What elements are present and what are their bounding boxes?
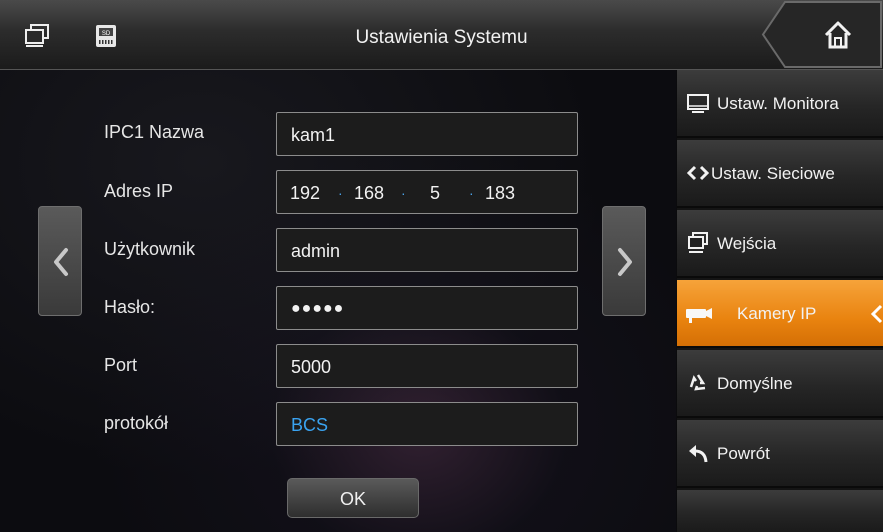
- previous-page-button[interactable]: [38, 206, 82, 316]
- name-label: IPC1 Nazwa: [104, 122, 205, 142]
- top-bar: SD Ustawienia Systemu: [0, 0, 883, 70]
- page-title: Ustawienia Systemu: [355, 27, 528, 48]
- sidebar-item-defaults[interactable]: Domyślne: [677, 350, 883, 418]
- recycle-icon: [689, 374, 706, 391]
- active-indicator-icon: [870, 304, 883, 324]
- next-page-button[interactable]: [602, 206, 646, 316]
- ip-separator: ·: [401, 185, 406, 201]
- sidebar-item-label: Ustaw. Monitora: [717, 94, 839, 113]
- network-arrows-icon: [687, 165, 709, 181]
- ip-octet-1[interactable]: 192: [290, 171, 320, 215]
- sidebar-item-label: Powrót: [717, 444, 770, 463]
- sidebar-item-label: Wejścia: [717, 234, 777, 253]
- sidebar-item-ip-cameras[interactable]: Kamery IP: [677, 280, 883, 348]
- port-label: Port: [104, 355, 138, 375]
- sidebar-item-label: Kamery IP: [737, 304, 817, 323]
- sidebar-item-network-settings[interactable]: Ustaw. Sieciowe: [677, 140, 883, 208]
- ip-address-field[interactable]: 192 · 168 · 5 · 183: [276, 170, 578, 214]
- sidebar-item-label: Ustaw. Sieciowe: [711, 164, 835, 183]
- ok-button[interactable]: OK: [287, 478, 419, 518]
- sidebar-item-back[interactable]: Powrót: [677, 420, 883, 488]
- username-field[interactable]: admin: [276, 228, 578, 272]
- ip-camera-icon: [686, 308, 712, 323]
- password-field[interactable]: ●●●●●: [276, 286, 578, 330]
- chevron-left-icon: [54, 248, 68, 276]
- port-field[interactable]: 5000: [276, 344, 578, 388]
- home-button[interactable]: [755, 0, 883, 69]
- ip-octet-2[interactable]: 168: [354, 171, 384, 215]
- sidebar-item-monitor-settings[interactable]: Ustaw. Monitora: [677, 70, 883, 138]
- protocol-label: protokół: [104, 413, 169, 433]
- home-icon: [824, 21, 852, 49]
- ip-label: Adres IP: [104, 181, 174, 201]
- ip-octet-4[interactable]: 183: [485, 171, 515, 215]
- camera-name-field[interactable]: kam1: [276, 112, 578, 156]
- monitor-icon: [687, 94, 709, 113]
- password-label: Hasło:: [104, 297, 156, 317]
- ip-separator: ·: [338, 185, 343, 201]
- sidebar: Ustaw. Monitora Ustaw. Sieciowe Wejścia: [677, 70, 883, 532]
- user-label: Użytkownik: [104, 239, 196, 259]
- chevron-right-icon: [618, 248, 632, 276]
- sidebar-item-label: Domyślne: [717, 374, 793, 393]
- protocol-select[interactable]: BCS: [276, 402, 578, 446]
- sidebar-empty-slot: [677, 490, 883, 532]
- ip-octet-3[interactable]: 5: [430, 171, 440, 215]
- inputs-icon: [688, 232, 708, 253]
- ip-separator: ·: [469, 185, 474, 201]
- sidebar-item-inputs[interactable]: Wejścia: [677, 210, 883, 278]
- back-arrow-icon: [689, 445, 708, 463]
- form-panel: IPC1 Nazwa kam1 Adres IP 192 · 168 · 5 ·…: [0, 70, 676, 532]
- settings-screen: SD Ustawienia Systemu IPC1 Nazwa kam1 Ad…: [0, 0, 883, 532]
